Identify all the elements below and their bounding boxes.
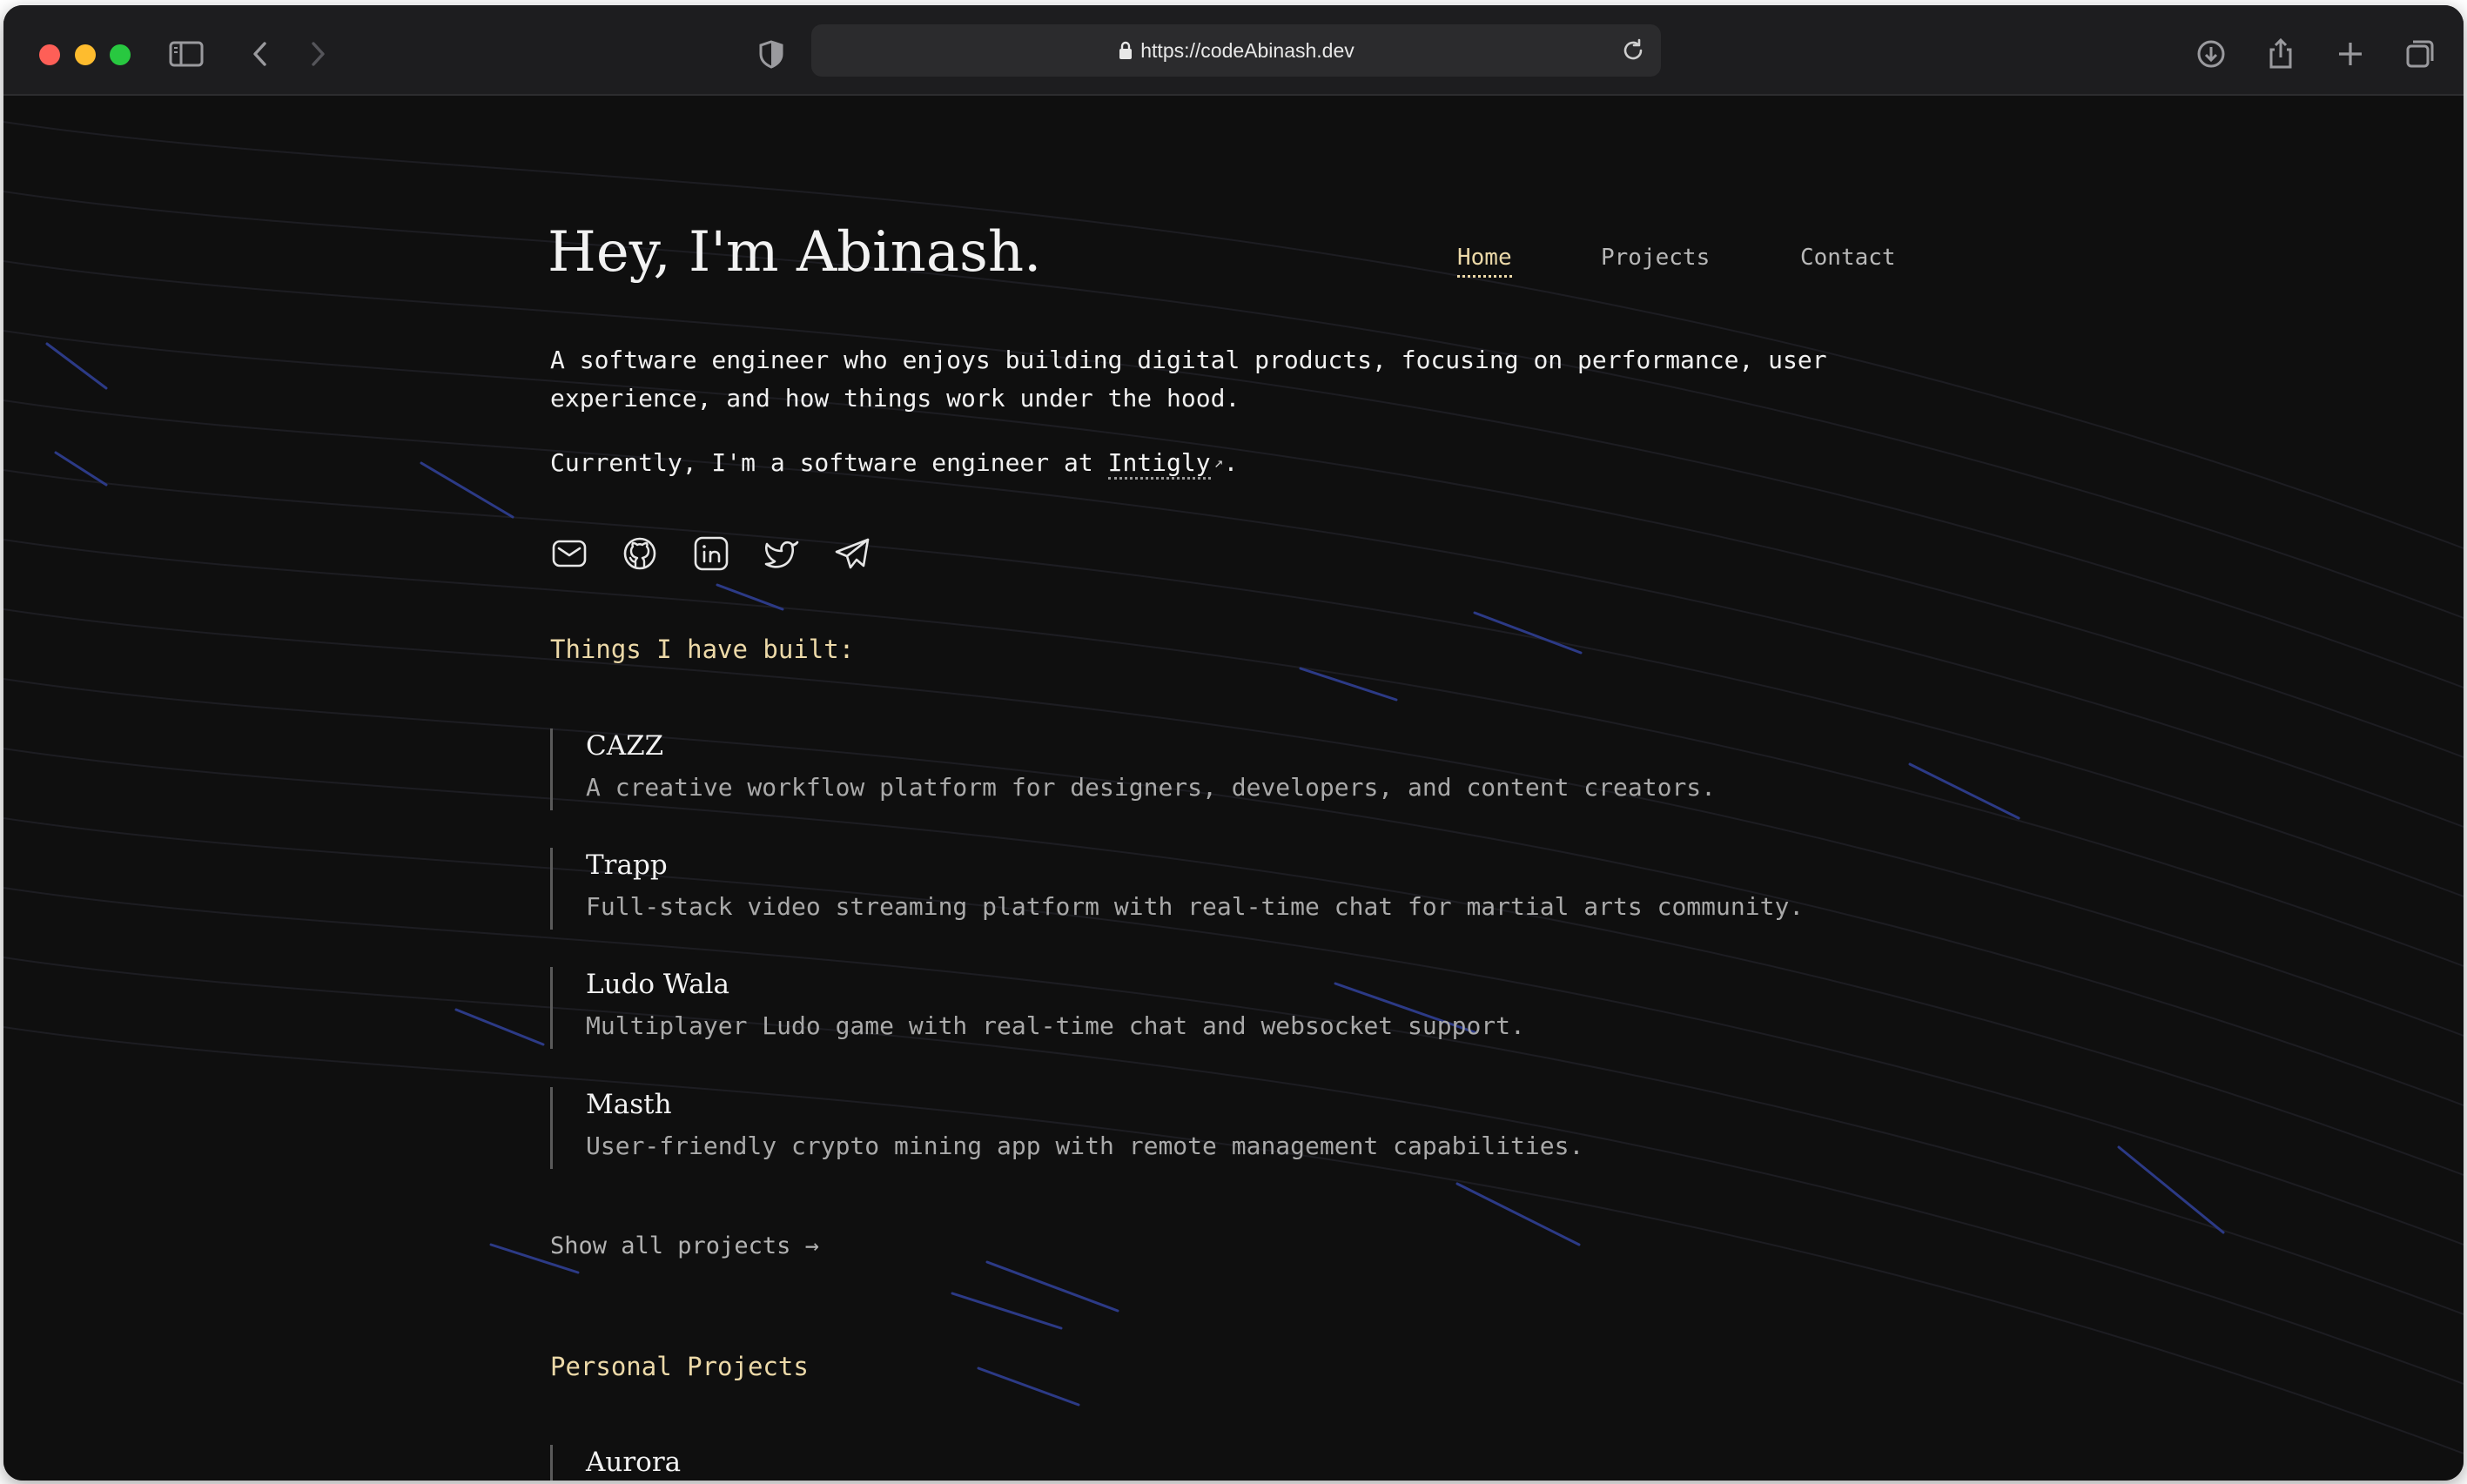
current-suffix: . (1223, 448, 1239, 477)
download-icon[interactable] (2192, 35, 2230, 73)
top-nav: Home Projects Contact (3, 242, 2464, 278)
project-description: Multiplayer Ludo game with real-time cha… (586, 1011, 1525, 1040)
project-description: Full-stack video streaming platform with… (586, 892, 1805, 921)
project-name: Trapp (586, 849, 668, 881)
main-content: Hey, I'm Abinash. Home Projects Contact … (3, 96, 2464, 1481)
mail-icon[interactable] (550, 534, 588, 573)
show-all-projects-link[interactable]: Show all projects → (550, 1229, 819, 1264)
reload-icon[interactable] (1617, 35, 1649, 66)
project-item[interactable]: Ludo Wala Multiplayer Ludo game with rea… (550, 967, 2033, 1049)
personal-section-title: Personal Projects (550, 1352, 809, 1381)
current-prefix: Currently, I'm a software engineer at (550, 448, 1093, 477)
intro-text: A software engineer who enjoys building … (550, 346, 1827, 413)
browser-toolbar: https://codeAbinash.dev (3, 5, 2464, 96)
lock-icon (1119, 41, 1133, 59)
project-name: CAZZ (586, 730, 664, 762)
share-icon[interactable] (2262, 35, 2300, 73)
new-tab-icon[interactable] (2331, 35, 2370, 73)
nav-contact[interactable]: Contact (1800, 242, 1896, 273)
minimize-window-button[interactable] (75, 44, 96, 65)
web-page: Hey, I'm Abinash. Home Projects Contact … (3, 96, 2464, 1481)
project-description: A creative workflow platform for designe… (586, 773, 1717, 802)
project-name: Aurora (586, 1447, 682, 1478)
project-item[interactable]: Aurora (550, 1445, 2033, 1481)
twitter-icon[interactable] (763, 534, 801, 573)
nav-projects[interactable]: Projects (1601, 242, 1710, 273)
browser-window: https://codeAbinash.dev Hey, I'm Abinash… (3, 5, 2464, 1481)
current-role: Currently, I'm a software engineer at In… (550, 444, 1238, 482)
built-section-title: Things I have built: (550, 635, 855, 664)
close-window-button[interactable] (39, 44, 60, 65)
nav-home[interactable]: Home (1457, 242, 1512, 278)
project-item[interactable]: Masth User-friendly crypto mining app wi… (550, 1087, 2033, 1169)
external-link-icon: ↗ (1213, 453, 1224, 472)
back-icon[interactable] (242, 35, 280, 73)
project-item[interactable]: CAZZ A creative workflow platform for de… (550, 729, 2033, 810)
shield-icon[interactable] (752, 35, 790, 73)
project-name: Masth (586, 1089, 672, 1120)
zoom-window-button[interactable] (110, 44, 131, 65)
address-bar[interactable]: https://codeAbinash.dev (811, 24, 1661, 77)
sidebar-icon[interactable] (167, 35, 205, 73)
linkedin-icon[interactable] (692, 534, 730, 573)
telegram-icon[interactable] (833, 534, 871, 573)
github-icon[interactable] (621, 534, 659, 573)
project-name: Ludo Wala (586, 969, 729, 1000)
project-description: User-friendly crypto mining app with rem… (586, 1131, 1584, 1160)
url-text: https://codeAbinash.dev (1140, 39, 1354, 62)
project-item[interactable]: Trapp Full-stack video streaming platfor… (550, 848, 2033, 930)
company-link[interactable]: Intigly (1107, 448, 1211, 480)
tab-overview-icon[interactable] (2401, 35, 2439, 73)
forward-icon[interactable] (298, 35, 336, 73)
